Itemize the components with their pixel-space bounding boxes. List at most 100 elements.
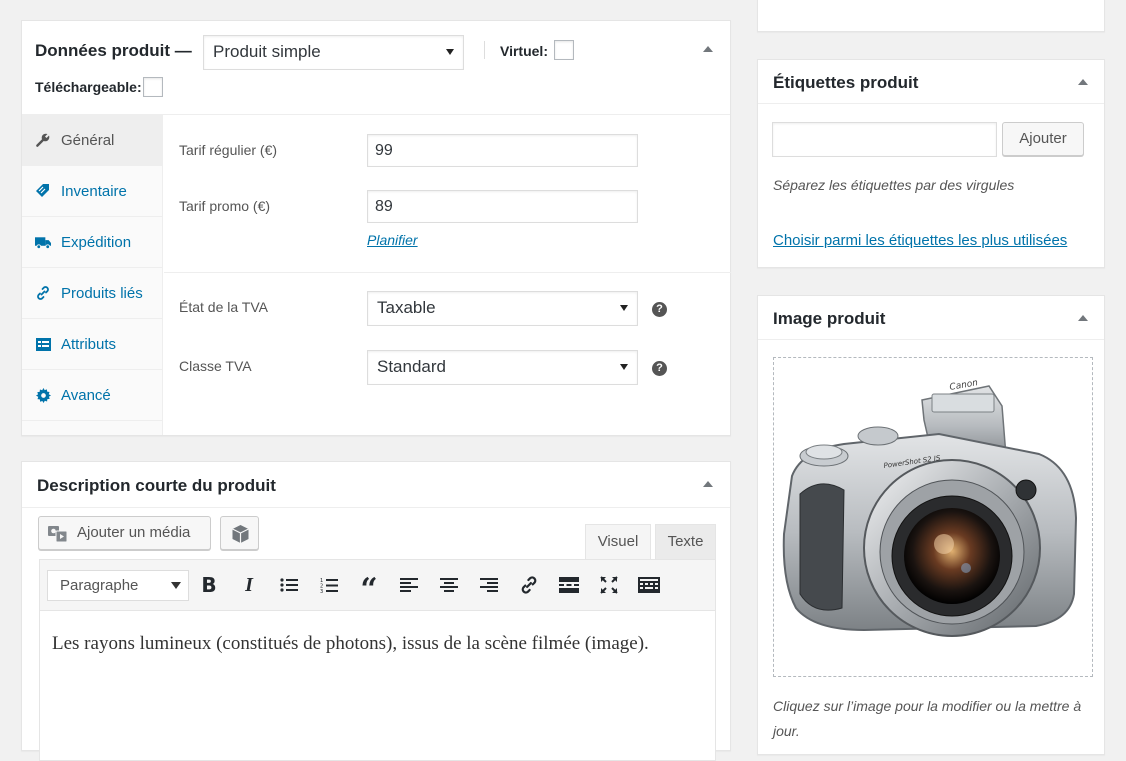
truck-icon xyxy=(35,234,51,250)
chevron-down-icon xyxy=(620,364,628,370)
sale-price-input[interactable] xyxy=(367,190,638,223)
product-data-tabs: Général Inventaire Expédition Produits l… xyxy=(22,115,163,435)
product-type-select[interactable]: Produit simple xyxy=(203,35,464,70)
image-hint: Cliquez sur l’image pour la modifier ou … xyxy=(773,698,1082,739)
format-select-value: Paragraphe xyxy=(60,577,139,594)
tab-visual[interactable]: Visuel xyxy=(585,524,651,560)
tab-attributes[interactable]: Attributs xyxy=(22,319,163,370)
sale-price-label: Tarif promo (€) xyxy=(179,198,271,214)
add-tag-label: Ajouter xyxy=(1019,130,1067,147)
fullscreen-icon xyxy=(600,576,618,594)
divider xyxy=(164,272,731,273)
bullet-list-icon xyxy=(280,578,298,592)
align-center-icon xyxy=(440,578,458,592)
align-center-button[interactable] xyxy=(434,570,464,600)
virtual-checkbox[interactable] xyxy=(554,40,574,60)
tax-class-value: Standard xyxy=(377,357,446,376)
product-image[interactable]: Canon PowerShot S2 IS xyxy=(773,357,1093,677)
product-data-header: Données produit — Produit simple Virtuel… xyxy=(22,21,730,115)
align-left-button[interactable] xyxy=(394,570,424,600)
product-image-box: Image produit Canon PowerShot S2 IS Cliq… xyxy=(757,295,1105,755)
regular-price-label: Tarif régulier (€) xyxy=(179,142,278,158)
numbered-list-button[interactable]: 123 xyxy=(314,570,344,600)
align-left-icon xyxy=(400,578,418,592)
tab-label: Expédition xyxy=(61,234,132,251)
tag-input[interactable] xyxy=(772,122,997,157)
product-image-title: Image produit xyxy=(773,309,886,328)
link-icon xyxy=(521,576,537,594)
insert-link-button[interactable] xyxy=(514,570,544,600)
schedule-link[interactable]: Planifier xyxy=(367,232,418,248)
tab-linked-products[interactable]: Produits liés xyxy=(22,268,163,319)
downloadable-label: Téléchargeable: xyxy=(35,79,142,95)
chevron-down-icon xyxy=(446,49,454,55)
product-data-box: Données produit — Produit simple Virtuel… xyxy=(21,20,731,436)
editor-text: Les rayons lumineux (constitués de photo… xyxy=(52,633,649,654)
downloadable-checkbox[interactable] xyxy=(143,77,163,97)
bullet-list-button[interactable] xyxy=(274,570,304,600)
tab-label: Inventaire xyxy=(61,183,127,200)
tags-hint: Séparez les étiquettes par des virgules xyxy=(773,177,1015,193)
align-right-button[interactable] xyxy=(474,570,504,600)
tab-advanced[interactable]: Avancé xyxy=(22,370,163,421)
embed-product-button[interactable] xyxy=(220,516,259,550)
keyboard-icon xyxy=(638,577,660,593)
tax-status-label: État de la TVA xyxy=(179,299,268,315)
blockquote-button[interactable]: “ xyxy=(354,570,384,605)
help-icon[interactable]: ? xyxy=(652,361,667,376)
product-data-title: Données produit — xyxy=(35,41,192,60)
read-more-button[interactable] xyxy=(554,570,584,600)
most-used-tags-link[interactable]: Choisir parmi les étiquettes les plus ut… xyxy=(773,232,1067,249)
product-image-header: Image produit xyxy=(758,296,1104,340)
quote-icon: “ xyxy=(360,572,378,607)
short-description-title: Description courte du produit xyxy=(37,476,276,495)
tax-status-select[interactable]: Taxable xyxy=(367,291,638,326)
chevron-down-icon xyxy=(620,305,628,311)
short-description-header: Description courte du produit xyxy=(22,462,730,508)
tag-icon xyxy=(35,183,51,199)
tab-general[interactable]: Général xyxy=(22,115,163,166)
regular-price-input[interactable] xyxy=(367,134,638,167)
collapse-toggle-icon[interactable] xyxy=(703,481,713,487)
bold-icon: B xyxy=(201,573,217,597)
box-icon xyxy=(231,524,250,548)
add-media-label: Ajouter un média xyxy=(77,524,191,541)
virtual-label: Virtuel: xyxy=(500,43,548,59)
tab-label: Général xyxy=(61,132,115,149)
editor-content-area[interactable]: Les rayons lumineux (constitués de photo… xyxy=(39,611,716,761)
camera-image: Canon PowerShot S2 IS xyxy=(782,378,1078,637)
bold-button[interactable]: B xyxy=(194,570,224,600)
tab-shipping[interactable]: Expédition xyxy=(22,217,163,268)
tab-label: Produits liés xyxy=(61,285,143,302)
media-icon xyxy=(48,525,68,547)
link-icon xyxy=(35,285,51,301)
format-select[interactable]: Paragraphe xyxy=(47,570,189,601)
tab-text[interactable]: Texte xyxy=(655,524,716,560)
fullscreen-button[interactable] xyxy=(594,570,624,600)
italic-button[interactable]: I xyxy=(234,570,264,600)
tax-class-select[interactable]: Standard xyxy=(367,350,638,385)
add-tag-button[interactable]: Ajouter xyxy=(1002,122,1084,156)
tab-label: Avancé xyxy=(61,387,111,404)
editor-toolbar: Paragraphe B I 123 “ xyxy=(39,559,716,611)
product-tags-box: Étiquettes produit Ajouter Séparez les é… xyxy=(757,59,1105,268)
partial-box-top xyxy=(757,0,1105,32)
tax-class-label: Classe TVA xyxy=(179,358,252,374)
product-tags-title: Étiquettes produit xyxy=(773,73,919,92)
list-icon xyxy=(35,336,51,352)
product-tags-header: Étiquettes produit xyxy=(758,60,1104,104)
collapse-toggle-icon[interactable] xyxy=(703,46,713,52)
help-icon[interactable]: ? xyxy=(652,302,667,317)
collapse-toggle-icon[interactable] xyxy=(1078,79,1088,85)
divider xyxy=(484,41,485,59)
svg-text:3: 3 xyxy=(320,589,323,594)
chevron-down-icon xyxy=(171,582,181,589)
tab-inventory[interactable]: Inventaire xyxy=(22,166,163,217)
collapse-toggle-icon[interactable] xyxy=(1078,315,1088,321)
add-media-button[interactable]: Ajouter un média xyxy=(38,516,211,550)
tab-label: Attributs xyxy=(61,336,117,353)
short-description-box: Description courte du produit Ajouter un… xyxy=(21,461,731,761)
align-right-icon xyxy=(480,578,498,592)
toolbar-toggle-button[interactable] xyxy=(634,570,664,600)
tax-status-value: Taxable xyxy=(377,298,436,317)
